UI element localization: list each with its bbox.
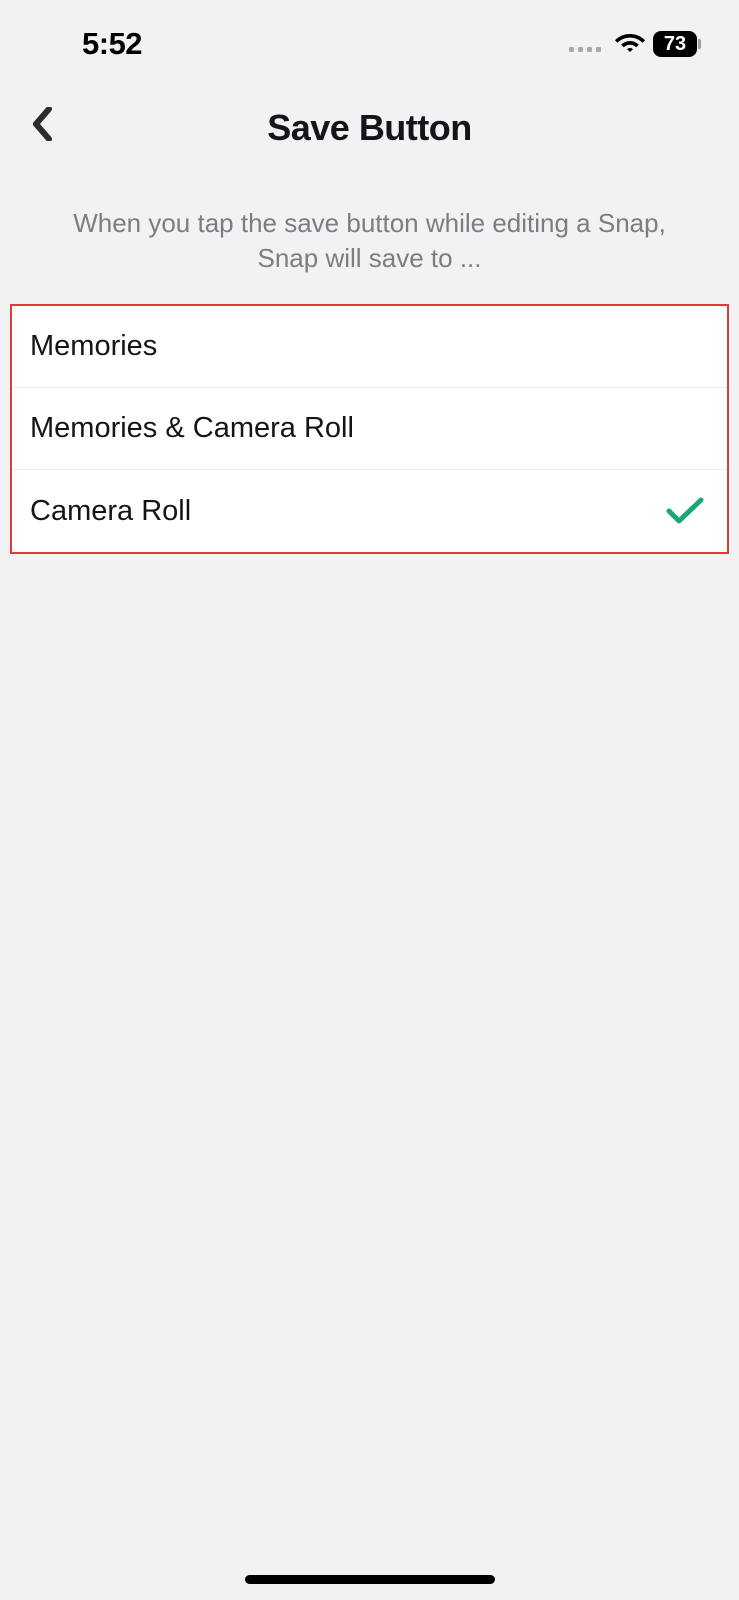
home-indicator[interactable] <box>245 1575 495 1584</box>
wifi-icon <box>615 31 645 58</box>
option-memories-camera-roll[interactable]: Memories & Camera Roll <box>12 388 727 470</box>
option-memories[interactable]: Memories <box>12 306 727 388</box>
options-list: Memories Memories & Camera Roll Camera R… <box>10 304 729 554</box>
page-header: Save Button <box>0 74 739 174</box>
chevron-left-icon <box>31 107 53 141</box>
option-camera-roll[interactable]: Camera Roll <box>12 470 727 552</box>
battery-level: 73 <box>653 31 697 57</box>
option-label: Memories <box>30 330 157 363</box>
signal-dots-icon <box>569 47 601 52</box>
back-button[interactable] <box>20 102 64 146</box>
status-right: 73 <box>569 31 701 58</box>
checkmark-icon <box>665 496 705 526</box>
status-bar: 5:52 73 <box>0 0 739 74</box>
status-time: 5:52 <box>82 26 142 62</box>
battery-icon: 73 <box>653 31 701 57</box>
page-description: When you tap the save button while editi… <box>0 174 739 304</box>
page-title: Save Button <box>20 107 719 149</box>
option-label: Memories & Camera Roll <box>30 412 354 445</box>
option-label: Camera Roll <box>30 495 191 528</box>
